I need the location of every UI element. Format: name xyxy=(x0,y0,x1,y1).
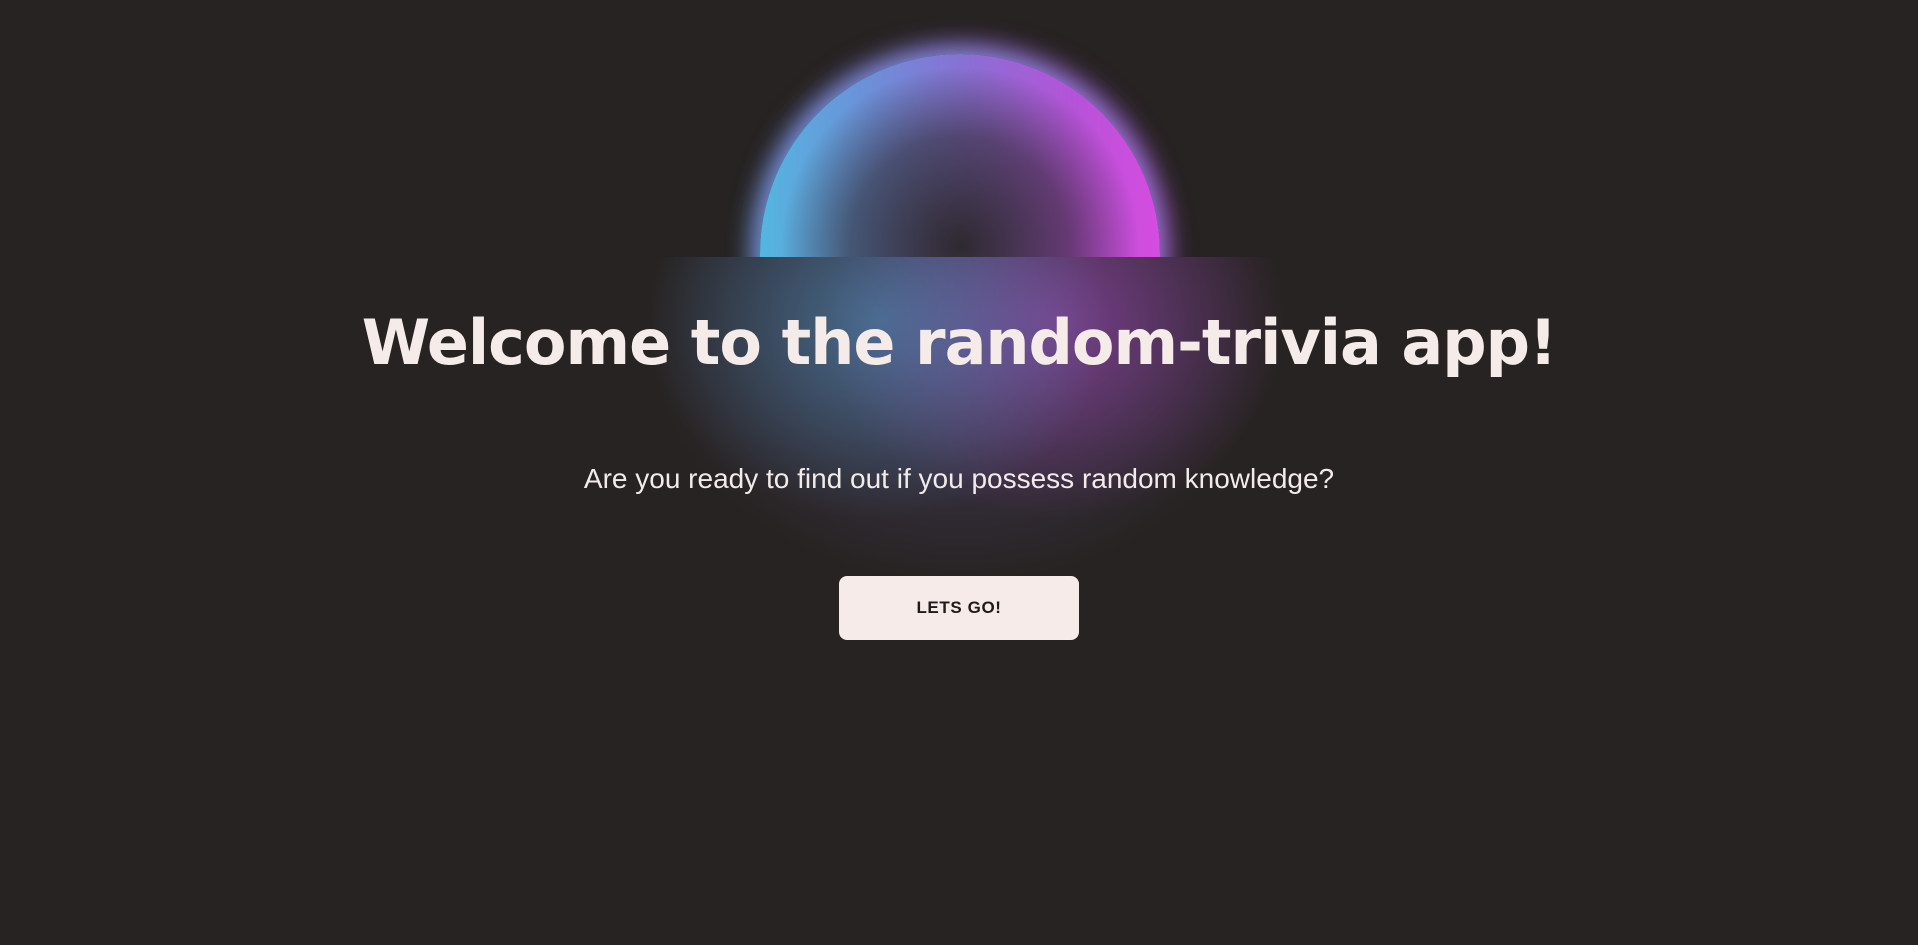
welcome-page: Welcome to the random-trivia app! Are yo… xyxy=(0,0,1918,945)
page-title: Welcome to the random-trivia app! xyxy=(361,306,1558,379)
orb-sphere xyxy=(760,54,1160,257)
page-subtitle: Are you ready to find out if you possess… xyxy=(583,463,1335,494)
start-quiz-button[interactable]: LETS GO! xyxy=(839,576,1079,640)
glowing-orb-decoration xyxy=(720,20,1200,257)
